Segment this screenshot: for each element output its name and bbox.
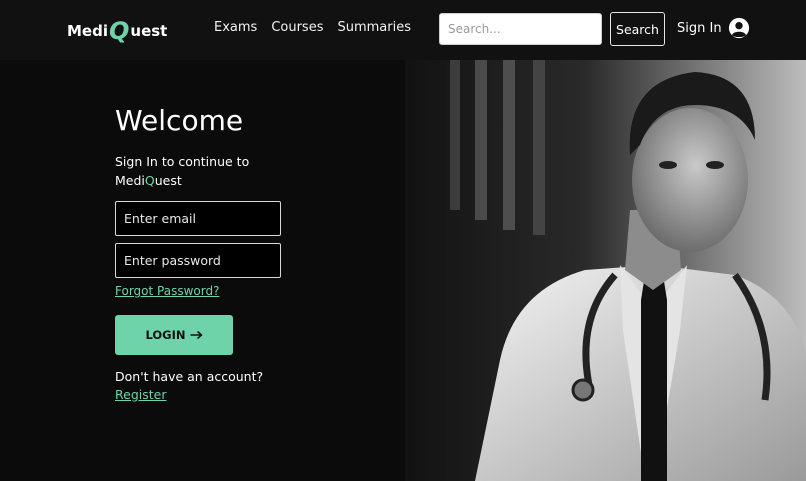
header-signin-label: Sign In: [677, 20, 722, 36]
subtitle-brand-uest: uest: [154, 173, 182, 188]
doctor-portrait-illustration: [405, 60, 806, 481]
nav-item-courses[interactable]: Courses: [271, 20, 323, 35]
header-signin-link[interactable]: Sign In: [677, 17, 750, 39]
brand-logo[interactable]: Medi Q uest: [67, 16, 167, 46]
arrow-right-icon: [190, 330, 203, 340]
brand-logo-q: Q: [108, 17, 130, 45]
login-subtitle-text: Sign In to continue to: [115, 154, 250, 169]
top-navbar: Medi Q uest Exams Courses Summaries Sear…: [0, 0, 806, 60]
password-field[interactable]: [115, 243, 281, 278]
search-input[interactable]: [439, 13, 602, 45]
search-button[interactable]: Search: [610, 12, 665, 46]
email-field[interactable]: [115, 201, 281, 236]
login-button-label: LOGIN: [145, 328, 186, 342]
login-subtitle: Sign In to continue to MediQuest: [115, 152, 285, 190]
brand-logo-medi: Medi: [67, 22, 108, 40]
subtitle-brand-medi: Medi: [115, 173, 145, 188]
page-title: Welcome: [115, 104, 244, 137]
subtitle-brand-q: Q: [144, 173, 155, 188]
forgot-password-link[interactable]: Forgot Password?: [115, 284, 219, 298]
doctor-portrait-image: [405, 60, 806, 481]
login-button[interactable]: LOGIN: [115, 315, 233, 355]
no-account-text: Don't have an account?: [115, 369, 264, 384]
register-link[interactable]: Register: [115, 387, 166, 402]
brand-logo-uest: uest: [130, 22, 168, 40]
user-avatar-icon: [728, 17, 749, 39]
main-nav: Exams Courses Summaries: [214, 20, 411, 35]
nav-item-exams[interactable]: Exams: [214, 20, 257, 35]
nav-item-summaries[interactable]: Summaries: [337, 20, 411, 35]
